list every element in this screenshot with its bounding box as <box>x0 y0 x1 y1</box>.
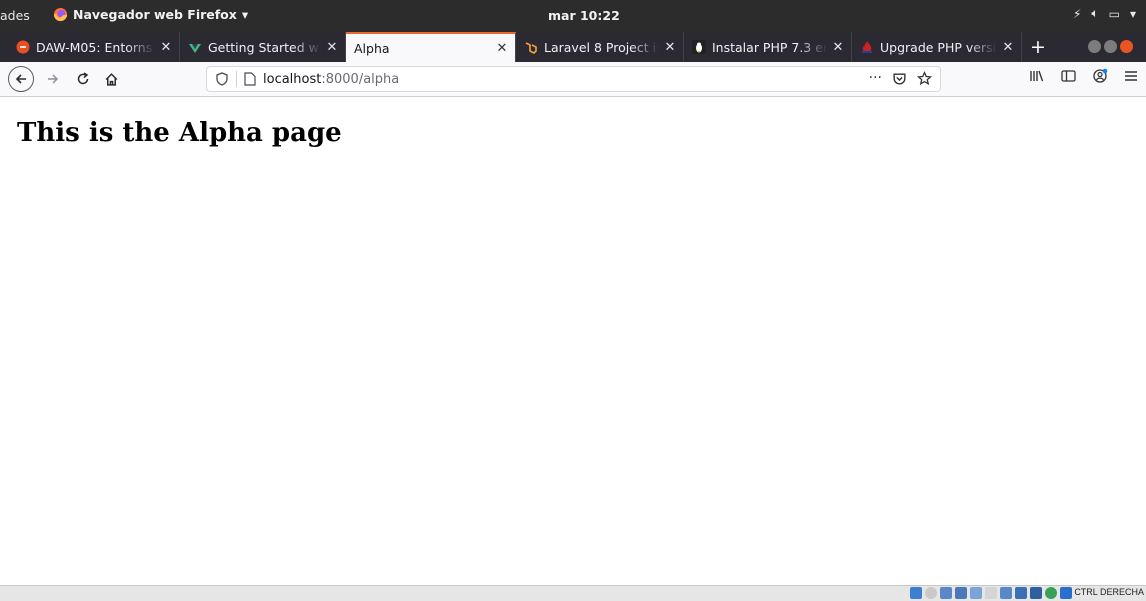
vm-status-icons <box>910 587 1072 599</box>
video-capture-icon[interactable] <box>1015 587 1027 599</box>
app-menu[interactable]: Navegador web Firefox ▾ <box>53 7 248 22</box>
close-window-button[interactable] <box>1120 40 1133 53</box>
tab-getting-started[interactable]: Getting Started with ✕ <box>180 32 346 62</box>
navigation-bar: localhost:8000/alpha ··· <box>0 62 1146 97</box>
circle-e-icon <box>16 40 30 54</box>
close-icon[interactable]: ✕ <box>1001 40 1015 55</box>
chevron-down-icon: ▾ <box>241 7 249 22</box>
close-icon[interactable]: ✕ <box>495 41 509 56</box>
host-key-label: CTRL DERECHA <box>1074 587 1144 597</box>
ubuntu-top-bar: ades Navegador web Firefox ▾ mar 10:22 ⚡… <box>0 0 1146 32</box>
shield-icon[interactable] <box>215 72 229 86</box>
virtualbox-status-bar: CTRL DERECHA <box>0 585 1146 601</box>
tab-label: Instalar PHP 7.3 en U <box>712 39 827 55</box>
library-icon[interactable] <box>1029 69 1045 83</box>
cpu-icon[interactable] <box>1030 587 1042 599</box>
arrow-left-icon <box>15 74 26 84</box>
shared-folders-icon[interactable] <box>985 587 997 599</box>
close-icon[interactable]: ✕ <box>159 40 173 55</box>
clock[interactable]: mar 10:22 <box>548 8 620 23</box>
system-tray[interactable]: ⚡︎ 🔈︎ ▭ ▾ <box>1073 6 1136 21</box>
keyboard-capture-icon[interactable] <box>1060 587 1072 599</box>
url-separator <box>236 71 237 87</box>
laravel-icon <box>524 40 538 54</box>
back-button[interactable] <box>8 66 34 92</box>
tab-laravel[interactable]: Laravel 8 Project is n ✕ <box>516 32 684 62</box>
tab-label: DAW-M05: Entorns d <box>36 39 155 55</box>
tab-alpha[interactable]: Alpha ✕ <box>346 32 516 62</box>
page-heading: This is the Alpha page <box>17 118 342 148</box>
url-host: localhost <box>263 71 322 87</box>
page-icon[interactable] <box>244 72 256 86</box>
pocket-icon[interactable] <box>892 71 907 86</box>
minimize-button[interactable] <box>1088 40 1101 53</box>
battery-icon: ▭ <box>1108 6 1120 21</box>
network-adapter-icon[interactable] <box>955 587 967 599</box>
reload-icon <box>77 72 89 85</box>
vue-logo-icon <box>188 40 202 54</box>
bookmark-star-icon[interactable] <box>917 70 932 86</box>
hard-disk-icon[interactable] <box>910 587 922 599</box>
maximize-button[interactable] <box>1104 40 1117 53</box>
penguin-icon <box>692 40 706 54</box>
tab-label: Upgrade PHP versio <box>880 39 997 55</box>
hamburger-menu-icon[interactable] <box>1124 70 1138 82</box>
tab-label: Laravel 8 Project is n <box>544 39 659 55</box>
usb-icon[interactable] <box>970 587 982 599</box>
volume-icon: 🔈︎ <box>1091 6 1099 20</box>
network-icon: ⚡︎ <box>1072 6 1082 21</box>
tab-upgrade-php[interactable]: Upgrade PHP versio ✕ <box>852 32 1022 62</box>
page-actions-button[interactable]: ··· <box>869 70 882 86</box>
home-button[interactable] <box>98 66 124 92</box>
activities-button[interactable]: ades <box>0 8 30 23</box>
mouse-integration-icon[interactable] <box>1045 587 1057 599</box>
tab-daw-m05[interactable]: DAW-M05: Entorns d ✕ <box>8 32 180 62</box>
flame-icon <box>860 40 874 54</box>
firefox-icon <box>53 7 68 22</box>
chevron-down-icon: ▾ <box>1129 6 1136 21</box>
new-tab-button[interactable]: + <box>1026 32 1050 62</box>
app-name: Navegador web Firefox <box>73 7 237 22</box>
toolbar-right <box>1029 68 1138 84</box>
audio-icon[interactable] <box>940 587 952 599</box>
tab-strip: DAW-M05: Entorns d ✕ Getting Started wit… <box>0 32 1146 62</box>
url-bar[interactable]: localhost:8000/alpha ··· <box>206 66 941 92</box>
home-icon <box>105 72 117 86</box>
tab-instalar-php[interactable]: Instalar PHP 7.3 en U ✕ <box>684 32 852 62</box>
tab-label: Getting Started with <box>208 39 321 55</box>
window-controls <box>1088 40 1133 53</box>
arrow-right-icon <box>48 74 59 84</box>
optical-drive-icon[interactable] <box>925 587 937 599</box>
sidebar-icon[interactable] <box>1061 69 1076 83</box>
reload-button[interactable] <box>70 66 96 92</box>
close-icon[interactable]: ✕ <box>325 40 339 55</box>
close-icon[interactable]: ✕ <box>831 40 845 55</box>
account-icon[interactable] <box>1092 68 1108 84</box>
tab-label: Alpha <box>354 40 390 56</box>
forward-button[interactable] <box>40 66 66 92</box>
url-path: :8000/alpha <box>321 71 400 87</box>
close-icon[interactable]: ✕ <box>663 40 677 55</box>
url-actions: ··· <box>869 70 932 86</box>
display-icon[interactable] <box>1000 587 1012 599</box>
page-content: This is the Alpha page <box>8 97 1146 585</box>
